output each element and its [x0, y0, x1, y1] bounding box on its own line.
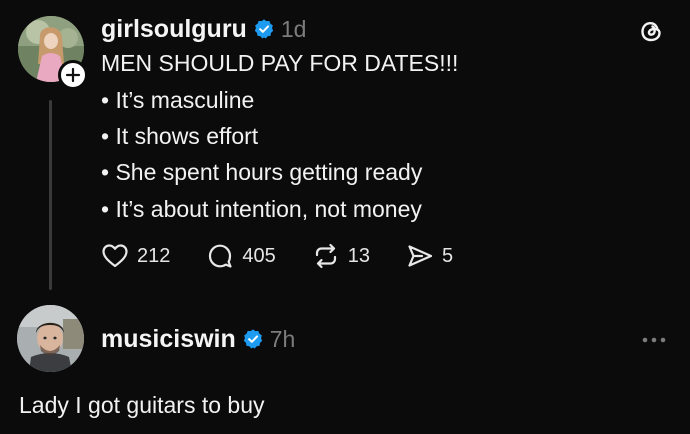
- comment-button[interactable]: 405: [206, 242, 276, 270]
- comment-count: 405: [242, 244, 276, 267]
- reply-username[interactable]: musiciswin: [101, 326, 236, 352]
- verified-badge-icon: [253, 18, 275, 40]
- heart-icon: [102, 244, 128, 268]
- share-button[interactable]: 5: [406, 243, 453, 269]
- thread-connector-line: [49, 100, 52, 290]
- post-bullet: • It’s masculine: [101, 87, 255, 113]
- post-bullet: • It shows effort: [101, 123, 259, 149]
- more-options-icon[interactable]: [640, 332, 668, 343]
- like-count: 212: [137, 244, 171, 267]
- reply-text: Lady I got guitars to buy: [19, 392, 265, 418]
- verified-badge-icon: [242, 328, 264, 350]
- post-bullet: • It’s about intention, not money: [101, 196, 422, 222]
- threads-logo-icon[interactable]: [636, 16, 666, 46]
- repost-count: 13: [347, 244, 370, 267]
- comment-icon: [209, 244, 232, 268]
- share-icon: [408, 245, 433, 267]
- avatar-musiciswin[interactable]: [17, 305, 84, 372]
- repost-icon: [315, 243, 336, 269]
- post-headline: MEN SHOULD PAY FOR DATES!!!: [101, 50, 459, 76]
- reply-timestamp: 7h: [269, 325, 296, 352]
- repost-button[interactable]: 13: [312, 242, 370, 270]
- post-action-bar: 212 405 13 5: [101, 240, 489, 272]
- like-button[interactable]: 212: [101, 243, 170, 269]
- post-username[interactable]: girlsoulguru: [101, 16, 247, 42]
- post-bullet: • She spent hours getting ready: [101, 159, 423, 185]
- post-timestamp: 1d: [280, 15, 307, 42]
- follow-plus-button[interactable]: [58, 60, 88, 90]
- plus-icon: [65, 67, 81, 83]
- share-count: 5: [442, 244, 454, 267]
